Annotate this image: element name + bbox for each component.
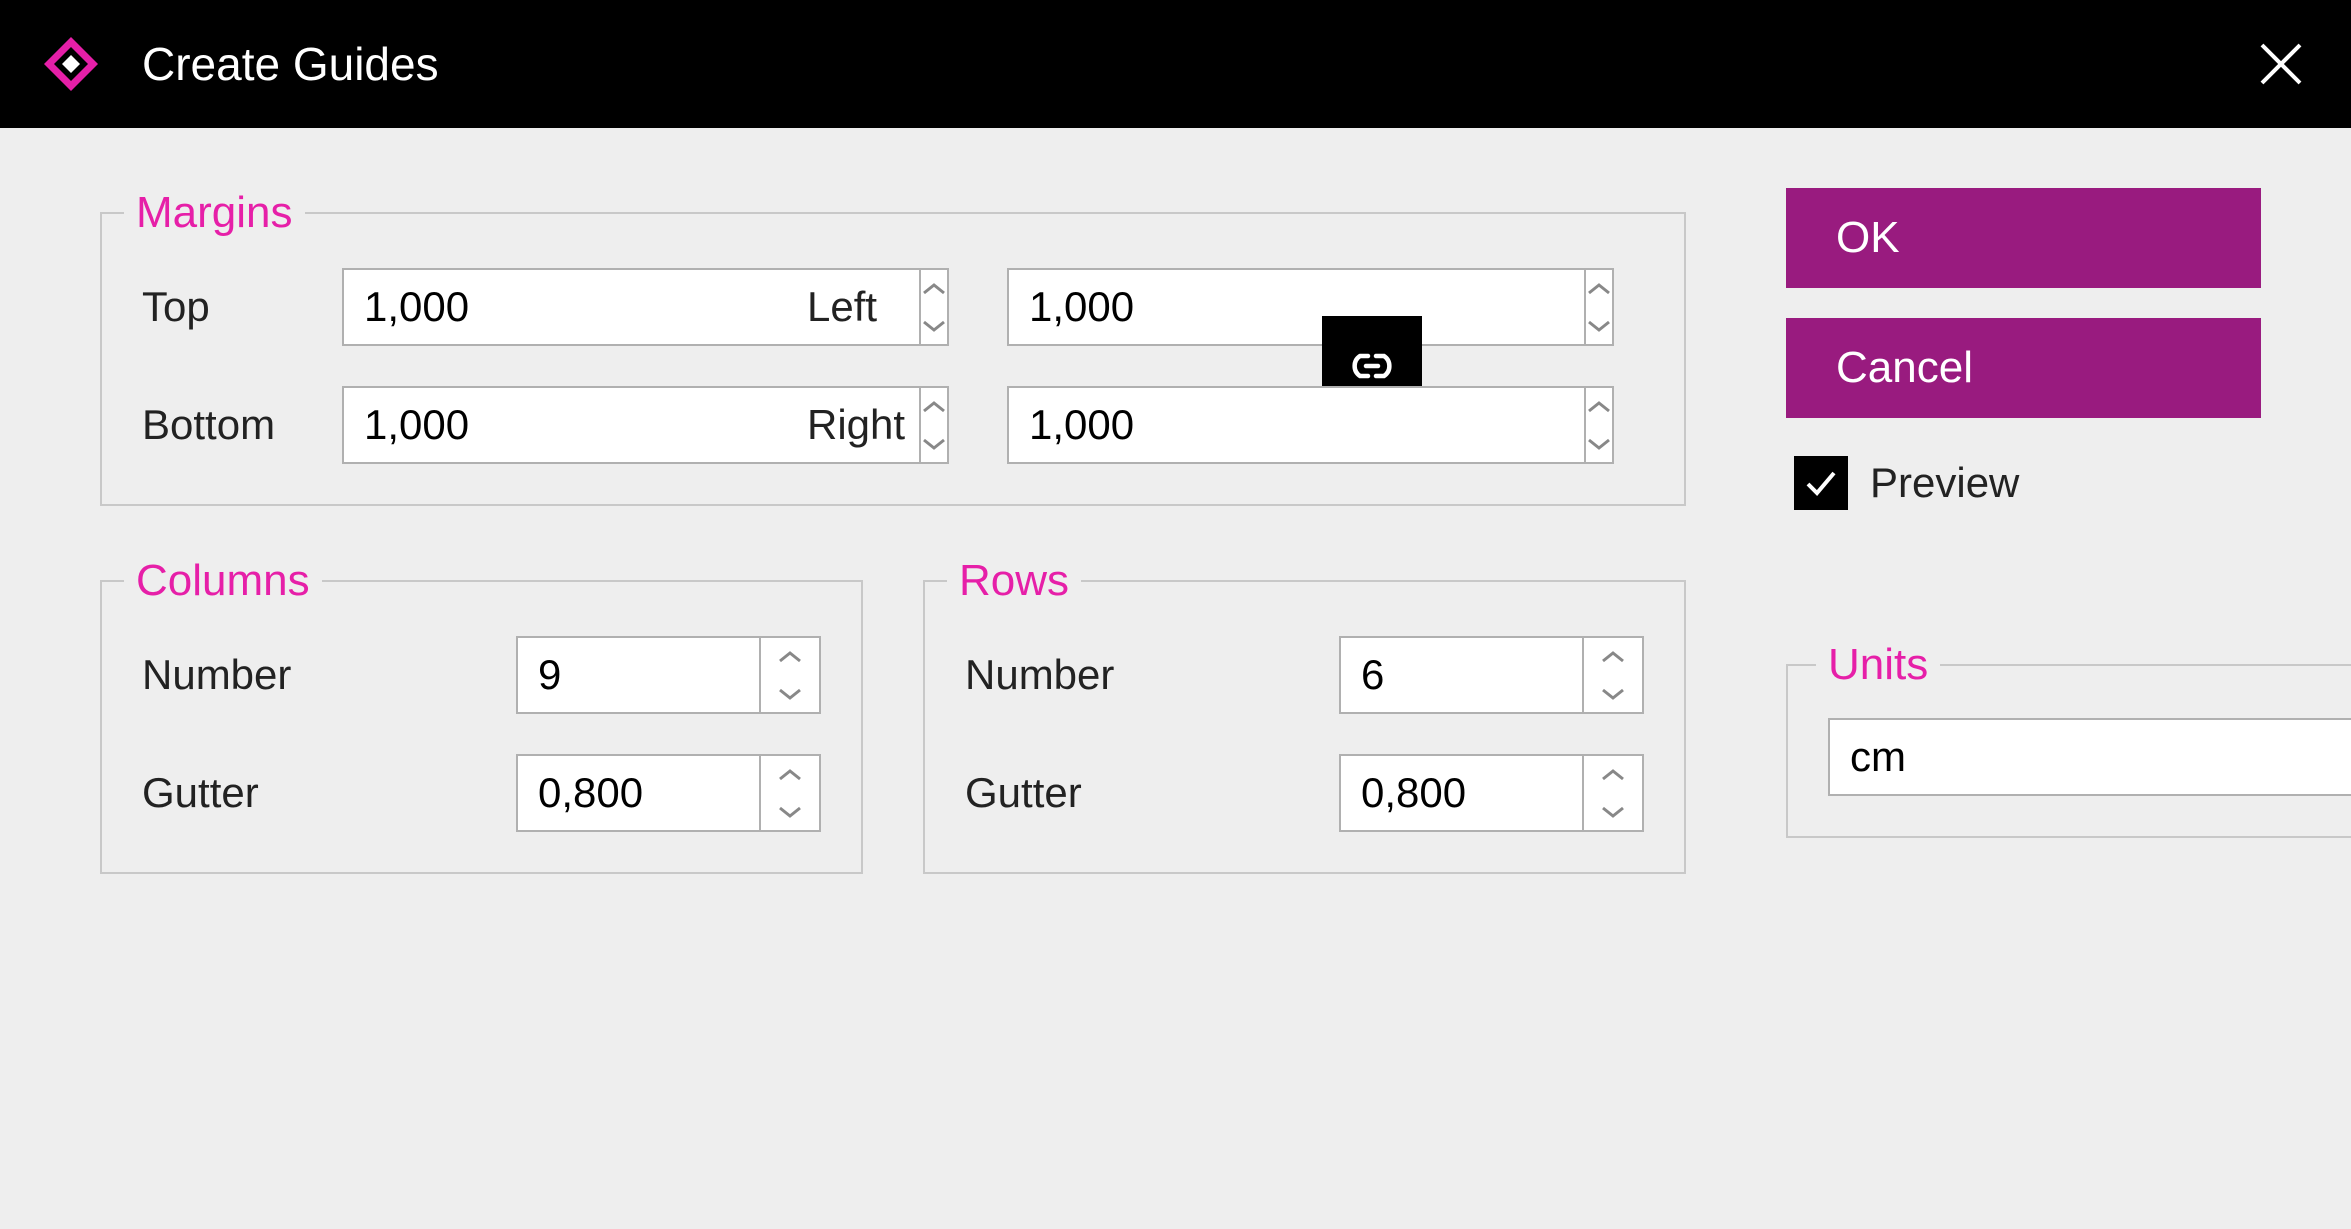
margin-top-label: Top <box>142 283 342 331</box>
titlebar: Create Guides <box>0 0 2351 128</box>
units-legend: Units <box>1816 640 1940 690</box>
units-spinner <box>1828 718 2351 796</box>
close-button[interactable] <box>2251 34 2311 94</box>
units-fieldset: Units <box>1786 640 2351 838</box>
preview-checkbox[interactable] <box>1794 456 1848 510</box>
columns-gutter-label: Gutter <box>142 769 516 817</box>
window-title: Create Guides <box>142 37 439 91</box>
app-icon <box>40 33 102 95</box>
chevron-down-icon <box>777 687 803 701</box>
margin-right-label: Right <box>807 401 1007 449</box>
ok-button[interactable]: OK <box>1786 188 2261 288</box>
margins-legend: Margins <box>124 188 305 238</box>
columns-number-spinner <box>516 636 821 714</box>
margin-right-spinner <box>1007 386 1312 464</box>
margin-right-down[interactable] <box>1586 425 1612 462</box>
chevron-up-icon <box>1586 282 1612 296</box>
chevron-down-icon <box>777 805 803 819</box>
chevron-up-icon <box>1586 400 1612 414</box>
create-guides-dialog: Create Guides Margins Top <box>0 0 2351 1229</box>
columns-legend: Columns <box>124 556 322 606</box>
rows-gutter-input[interactable] <box>1339 754 1582 832</box>
chevron-up-icon <box>1600 650 1626 664</box>
margin-left-label: Left <box>807 283 1007 331</box>
rows-gutter-up[interactable] <box>1584 756 1642 793</box>
right-panel: OK Cancel Preview Units <box>1786 188 2261 1179</box>
rows-fieldset: Rows Number Gutter <box>923 556 1686 874</box>
columns-fieldset: Columns Number Gutter <box>100 556 863 874</box>
chevron-up-icon <box>1600 768 1626 782</box>
link-icon <box>1340 344 1404 388</box>
rows-gutter-label: Gutter <box>965 769 1339 817</box>
columns-number-input[interactable] <box>516 636 759 714</box>
margin-left-input[interactable] <box>1007 268 1584 346</box>
columns-gutter-input[interactable] <box>516 754 759 832</box>
columns-gutter-up[interactable] <box>761 756 819 793</box>
rows-number-input[interactable] <box>1339 636 1582 714</box>
rows-number-spinner <box>1339 636 1644 714</box>
columns-gutter-down[interactable] <box>761 793 819 830</box>
margins-fieldset: Margins Top <box>100 188 1686 506</box>
rows-number-down[interactable] <box>1584 675 1642 712</box>
margin-right-input[interactable] <box>1007 386 1584 464</box>
dialog-content: Margins Top <box>0 128 2351 1229</box>
chevron-down-icon <box>1586 437 1612 451</box>
margin-bottom-label: Bottom <box>142 401 342 449</box>
chevron-down-icon <box>1586 319 1612 333</box>
margin-left-up[interactable] <box>1586 270 1612 307</box>
units-input[interactable] <box>1828 718 2351 796</box>
close-icon <box>2256 39 2306 89</box>
left-panel: Margins Top <box>100 188 1686 1179</box>
chevron-up-icon <box>777 650 803 664</box>
margin-left-spinner <box>1007 268 1312 346</box>
chevron-up-icon <box>777 768 803 782</box>
rows-legend: Rows <box>947 556 1081 606</box>
chevron-down-icon <box>1600 805 1626 819</box>
rows-number-up[interactable] <box>1584 638 1642 675</box>
margin-top-spinner <box>342 268 647 346</box>
columns-gutter-spinner <box>516 754 821 832</box>
cancel-button[interactable]: Cancel <box>1786 318 2261 418</box>
rows-number-label: Number <box>965 651 1339 699</box>
chevron-down-icon <box>1600 687 1626 701</box>
preview-row: Preview <box>1794 456 2261 510</box>
columns-number-down[interactable] <box>761 675 819 712</box>
check-icon <box>1801 463 1841 503</box>
rows-gutter-spinner <box>1339 754 1644 832</box>
rows-gutter-down[interactable] <box>1584 793 1642 830</box>
margin-left-down[interactable] <box>1586 307 1612 344</box>
margin-right-up[interactable] <box>1586 388 1612 425</box>
columns-number-label: Number <box>142 651 516 699</box>
columns-number-up[interactable] <box>761 638 819 675</box>
margin-bottom-spinner <box>342 386 647 464</box>
preview-label: Preview <box>1870 459 2019 507</box>
